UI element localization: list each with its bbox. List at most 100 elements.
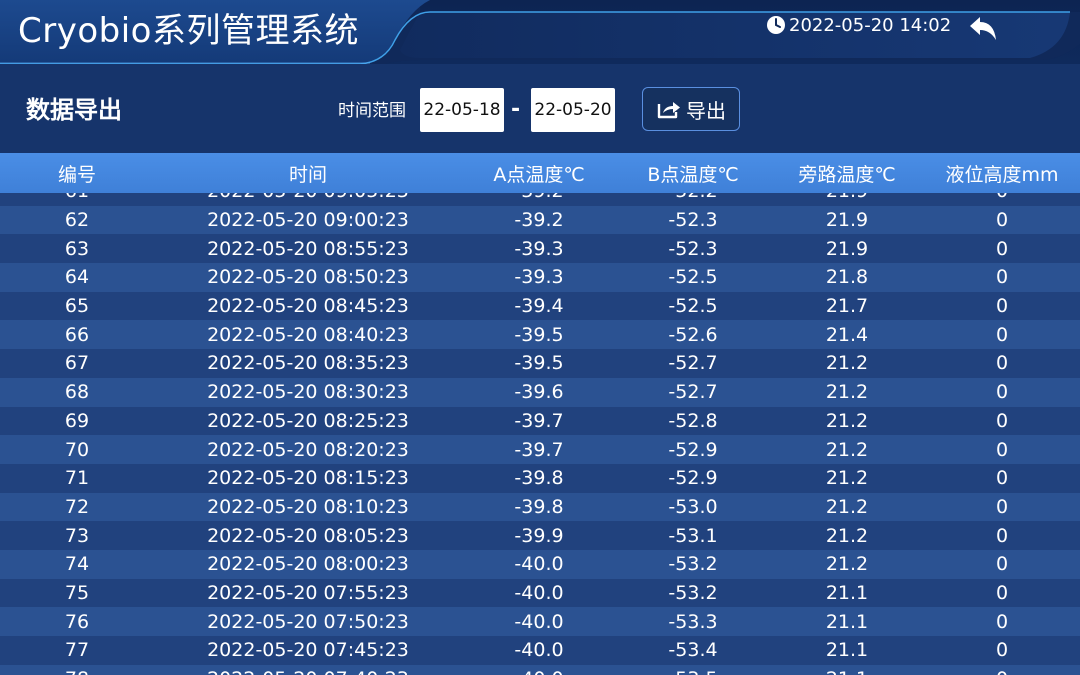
table-row[interactable]: 68 2022-05-20 08:30:23 -39.6 -52.7 21.2 0 — [0, 377, 1080, 407]
table-row[interactable]: 73 2022-05-20 08:05:23 -39.9 -53.1 21.2 0 — [0, 521, 1080, 550]
cell-time: 2022-05-20 07:50:23 — [207, 610, 409, 633]
cell-temp-a: -40.0 — [514, 639, 564, 662]
cell-id: 78 — [0, 665, 154, 675]
back-arrow-icon[interactable] — [966, 14, 1000, 44]
cell-time: 2022-05-20 08:50:23 — [207, 266, 409, 289]
cell-id: 62 — [64, 209, 90, 232]
cell-temp-b: -52.5 — [668, 266, 718, 289]
cell-time: 2022-05-20 08:20:23 — [207, 438, 409, 461]
table-row[interactable]: 612022-05-20 09:05:23-39.2-52.221.90 — [0, 193, 1080, 206]
cell-temp-a: -39.4 — [514, 295, 564, 318]
cell-bypass-temp: 21.1 — [825, 581, 869, 604]
cell-time: 2022-05-20 08:55:23 — [207, 237, 409, 260]
table-row[interactable]: 71 2022-05-20 08:15:23 -39.8 -52.9 21.2 0 — [0, 463, 1080, 493]
cell-liquid-level: 0 — [995, 524, 1009, 547]
cell-liquid-level: 0 — [995, 467, 1009, 490]
cell-liquid-level: 0 — [995, 553, 1009, 576]
table-row[interactable]: 782022-05-20 07:40:23-40.0-53.521.10 — [0, 664, 1080, 675]
cell-temp-a: -39.7 — [514, 409, 564, 432]
cell-temp-a: -39.2 — [514, 209, 564, 232]
cell-bypass-temp: 21.8 — [825, 266, 869, 289]
table-row[interactable]: 64 2022-05-20 08:50:23 -39.3 -52.5 21.8 0 — [0, 263, 1080, 292]
cell-id: 61 — [0, 193, 154, 206]
cell-temp-b: -52.3 — [668, 209, 718, 232]
cell-bypass-temp: 21.9 — [825, 209, 869, 232]
cell-bypass-temp: 21.4 — [825, 323, 869, 346]
cell-id: 75 — [64, 581, 90, 604]
cell-time: 2022-05-20 07:45:23 — [207, 639, 409, 662]
cell-id: 63 — [64, 237, 90, 260]
table-row[interactable]: 77 2022-05-20 07:45:23 -40.0 -53.4 21.1 0 — [0, 636, 1080, 665]
cell-id: 74 — [64, 553, 90, 576]
column-header-time: 时间 — [288, 163, 327, 186]
export-button[interactable]: 导出 — [642, 87, 740, 131]
cell-time: 2022-05-20 08:05:23 — [207, 524, 409, 547]
cell-bypass-temp: 21.7 — [825, 295, 869, 318]
start-date-input[interactable] — [420, 88, 504, 132]
cell-temp-b: -53.2 — [668, 553, 718, 576]
cell-time: 2022-05-20 08:40:23 — [207, 323, 409, 346]
time-range-label: 时间范围 — [338, 101, 406, 121]
cell-temp-a: -39.5 — [514, 323, 564, 346]
cell-liquid-level: 0 — [995, 639, 1009, 662]
cell-temp-a: -40.0 — [514, 581, 564, 604]
export-button-label: 导出 — [686, 98, 726, 123]
table-row[interactable]: 72 2022-05-20 08:10:23 -39.8 -53.0 21.2 0 — [0, 492, 1080, 522]
table-row[interactable]: 67 2022-05-20 08:35:23 -39.5 -52.7 21.2 0 — [0, 349, 1080, 378]
cell-temp-b: -52.8 — [668, 409, 718, 432]
cell-temp-b: -53.1 — [668, 524, 718, 547]
cell-liquid-level: 0 — [995, 581, 1009, 604]
clock-icon — [767, 16, 785, 34]
table-row[interactable]: 69 2022-05-20 08:25:23 -39.7 -52.8 21.2 0 — [0, 406, 1080, 436]
end-date-input[interactable] — [531, 88, 615, 132]
column-header-temp-a: A点温度℃ — [493, 163, 585, 186]
cell-time: 2022-05-20 09:00:23 — [207, 209, 409, 232]
cell-temp-b: -52.6 — [668, 323, 718, 346]
cell-temp-b: -53.4 — [668, 639, 718, 662]
cell-bypass-temp: 21.1 — [825, 639, 869, 662]
table-row[interactable]: 70 2022-05-20 08:20:23 -39.7 -52.9 21.2 0 — [0, 435, 1080, 464]
cell-liquid-level: 0 — [995, 352, 1009, 375]
cell-temp-a: -40.0 — [514, 610, 564, 633]
cell-liquid-level: 0 — [995, 323, 1009, 346]
table-row[interactable]: 66 2022-05-20 08:40:23 -39.5 -52.6 21.4 0 — [0, 320, 1080, 350]
cell-id: 69 — [64, 409, 90, 432]
table-row[interactable]: 62 2022-05-20 09:00:23 -39.2 -52.3 21.9 0 — [0, 205, 1080, 235]
cell-bypass-temp: 21.2 — [825, 438, 869, 461]
table-row[interactable]: 76 2022-05-20 07:50:23 -40.0 -53.3 21.1 0 — [0, 607, 1080, 636]
table-row[interactable]: 74 2022-05-20 08:00:23 -40.0 -53.2 21.2 0 — [0, 549, 1080, 579]
cell-id: 66 — [64, 323, 90, 346]
datetime-text: 2022-05-20 14:02 — [789, 14, 952, 36]
table-header: 编号 时间 A点温度℃ B点温度℃ 旁路温度℃ 液位高度mm — [0, 153, 1080, 193]
cell-temp-a: -39.8 — [514, 495, 564, 518]
app-title: Cryobio系列管理系统 — [18, 11, 359, 51]
table-row[interactable]: 63 2022-05-20 08:55:23 -39.3 -52.3 21.9 0 — [0, 234, 1080, 264]
cell-id: 77 — [64, 639, 90, 662]
cell-bypass-temp: 21.2 — [825, 495, 869, 518]
column-header-temp-b: B点温度℃ — [647, 163, 739, 186]
data-table-scroll-area[interactable]: 612022-05-20 09:05:23-39.2-52.221.906220… — [0, 193, 1080, 675]
cell-liquid-level: 0 — [995, 237, 1009, 260]
cell-temp-b: -52.9 — [668, 438, 718, 461]
cell-time: 2022-05-20 07:55:23 — [207, 581, 409, 604]
cell-temp-b: -53.3 — [668, 610, 718, 633]
cell-liquid-level: 0 — [924, 665, 1080, 675]
share-export-icon — [657, 102, 680, 119]
cell-time: 2022-05-20 08:45:23 — [207, 295, 409, 318]
cell-id: 76 — [64, 610, 90, 633]
cell-time: 2022-05-20 08:35:23 — [207, 352, 409, 375]
cell-temp-b: -52.3 — [668, 237, 718, 260]
cell-time: 2022-05-20 08:15:23 — [207, 467, 409, 490]
table-row[interactable]: 65 2022-05-20 08:45:23 -39.4 -52.5 21.7 0 — [0, 291, 1080, 321]
table-row[interactable]: 75 2022-05-20 07:55:23 -40.0 -53.2 21.1 0 — [0, 578, 1080, 608]
cell-liquid-level: 0 — [995, 266, 1009, 289]
column-header-id: 编号 — [57, 163, 96, 186]
cell-temp-a: -39.6 — [514, 381, 564, 404]
cell-id: 64 — [64, 266, 90, 289]
cell-time: 2022-05-20 09:05:23 — [154, 193, 462, 206]
cell-id: 68 — [64, 381, 90, 404]
cell-temp-b: -52.2 — [616, 193, 770, 206]
cell-bypass-temp: 21.2 — [825, 381, 869, 404]
column-header-liquid-level: 液位高度mm — [945, 163, 1059, 186]
cell-bypass-temp: 21.1 — [825, 610, 869, 633]
